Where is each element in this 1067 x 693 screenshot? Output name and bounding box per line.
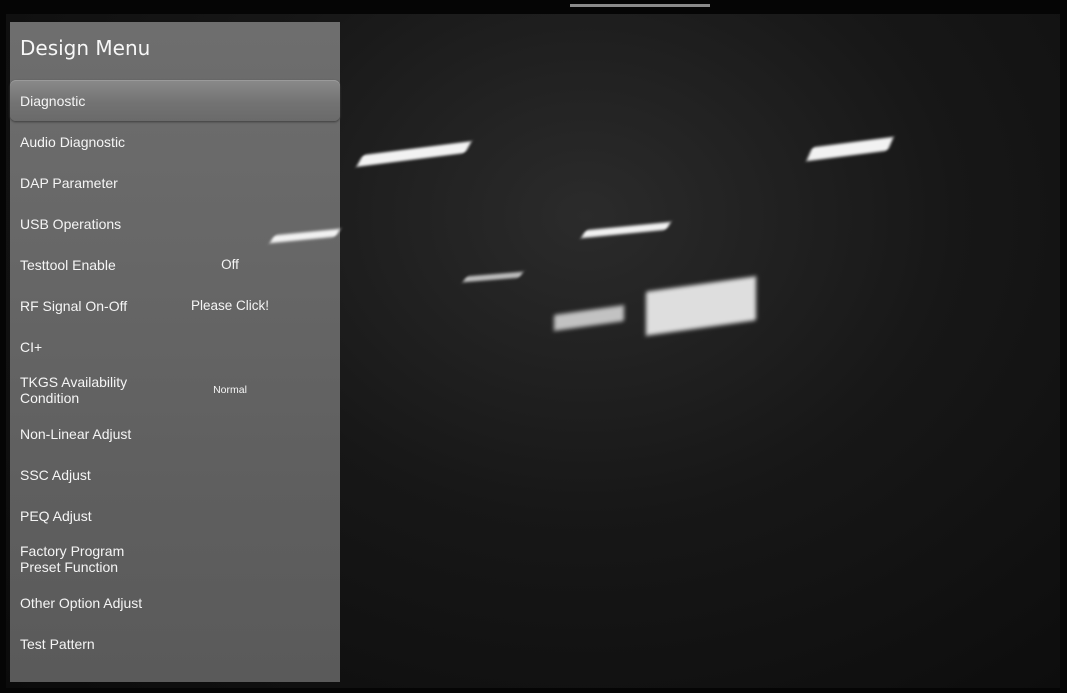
- design-menu-panel: Design Menu Diagnostic Audio Diagnostic …: [10, 22, 340, 682]
- menu-list: Diagnostic Audio Diagnostic DAP Paramete…: [10, 80, 340, 664]
- menu-title: Design Menu: [20, 36, 151, 60]
- light-reflection: [356, 141, 472, 167]
- window-reflection: [646, 276, 756, 336]
- tv-bezel-highlight: [570, 4, 710, 7]
- menu-item-label: Non-Linear Adjust: [20, 425, 132, 442]
- menu-item-diagnostic[interactable]: Diagnostic: [10, 80, 340, 121]
- menu-item-label: Testtool Enable: [20, 256, 116, 273]
- light-reflection: [806, 136, 894, 162]
- menu-item-test-pattern[interactable]: Test Pattern: [10, 623, 340, 664]
- menu-item-audio-diagnostic[interactable]: Audio Diagnostic: [10, 121, 340, 162]
- menu-item-non-linear-adjust[interactable]: Non-Linear Adjust: [10, 413, 340, 454]
- menu-item-ci-plus[interactable]: CI+: [10, 326, 340, 367]
- menu-item-factory-program-preset[interactable]: Factory Program Preset Function: [10, 536, 340, 582]
- menu-item-label: USB Operations: [20, 215, 122, 232]
- rf-signal-value: Please Click!: [190, 298, 270, 313]
- menu-item-label: SSC Adjust: [20, 466, 91, 483]
- menu-item-rf-signal[interactable]: RF Signal On-Off Please Click!: [10, 285, 340, 326]
- menu-item-label: Diagnostic: [20, 92, 86, 109]
- menu-item-label: CI+: [20, 338, 43, 355]
- menu-item-label: Audio Diagnostic: [20, 133, 126, 150]
- menu-item-testtool-enable[interactable]: Testtool Enable Off: [10, 244, 340, 285]
- menu-item-label: DAP Parameter: [20, 174, 118, 191]
- tkgs-availability-value: Normal: [213, 384, 247, 396]
- menu-item-other-option-adjust[interactable]: Other Option Adjust: [10, 582, 340, 623]
- menu-item-ssc-adjust[interactable]: SSC Adjust: [10, 454, 340, 495]
- window-reflection: [554, 305, 624, 331]
- menu-item-label: Test Pattern: [20, 635, 95, 652]
- light-reflection: [462, 271, 524, 283]
- menu-item-label: RF Signal On-Off: [20, 297, 128, 314]
- light-reflection: [580, 221, 672, 239]
- menu-item-label: TKGS Availability Condition: [20, 374, 128, 406]
- menu-item-label: Factory Program Preset Function: [20, 543, 125, 575]
- menu-item-dap-parameter[interactable]: DAP Parameter: [10, 162, 340, 203]
- menu-item-label: Other Option Adjust: [20, 594, 143, 611]
- testtool-enable-value: Off: [221, 257, 239, 272]
- menu-item-peq-adjust[interactable]: PEQ Adjust: [10, 495, 340, 536]
- menu-item-label: PEQ Adjust: [20, 507, 92, 524]
- menu-item-tkgs-availability[interactable]: TKGS Availability Condition Normal: [10, 367, 340, 413]
